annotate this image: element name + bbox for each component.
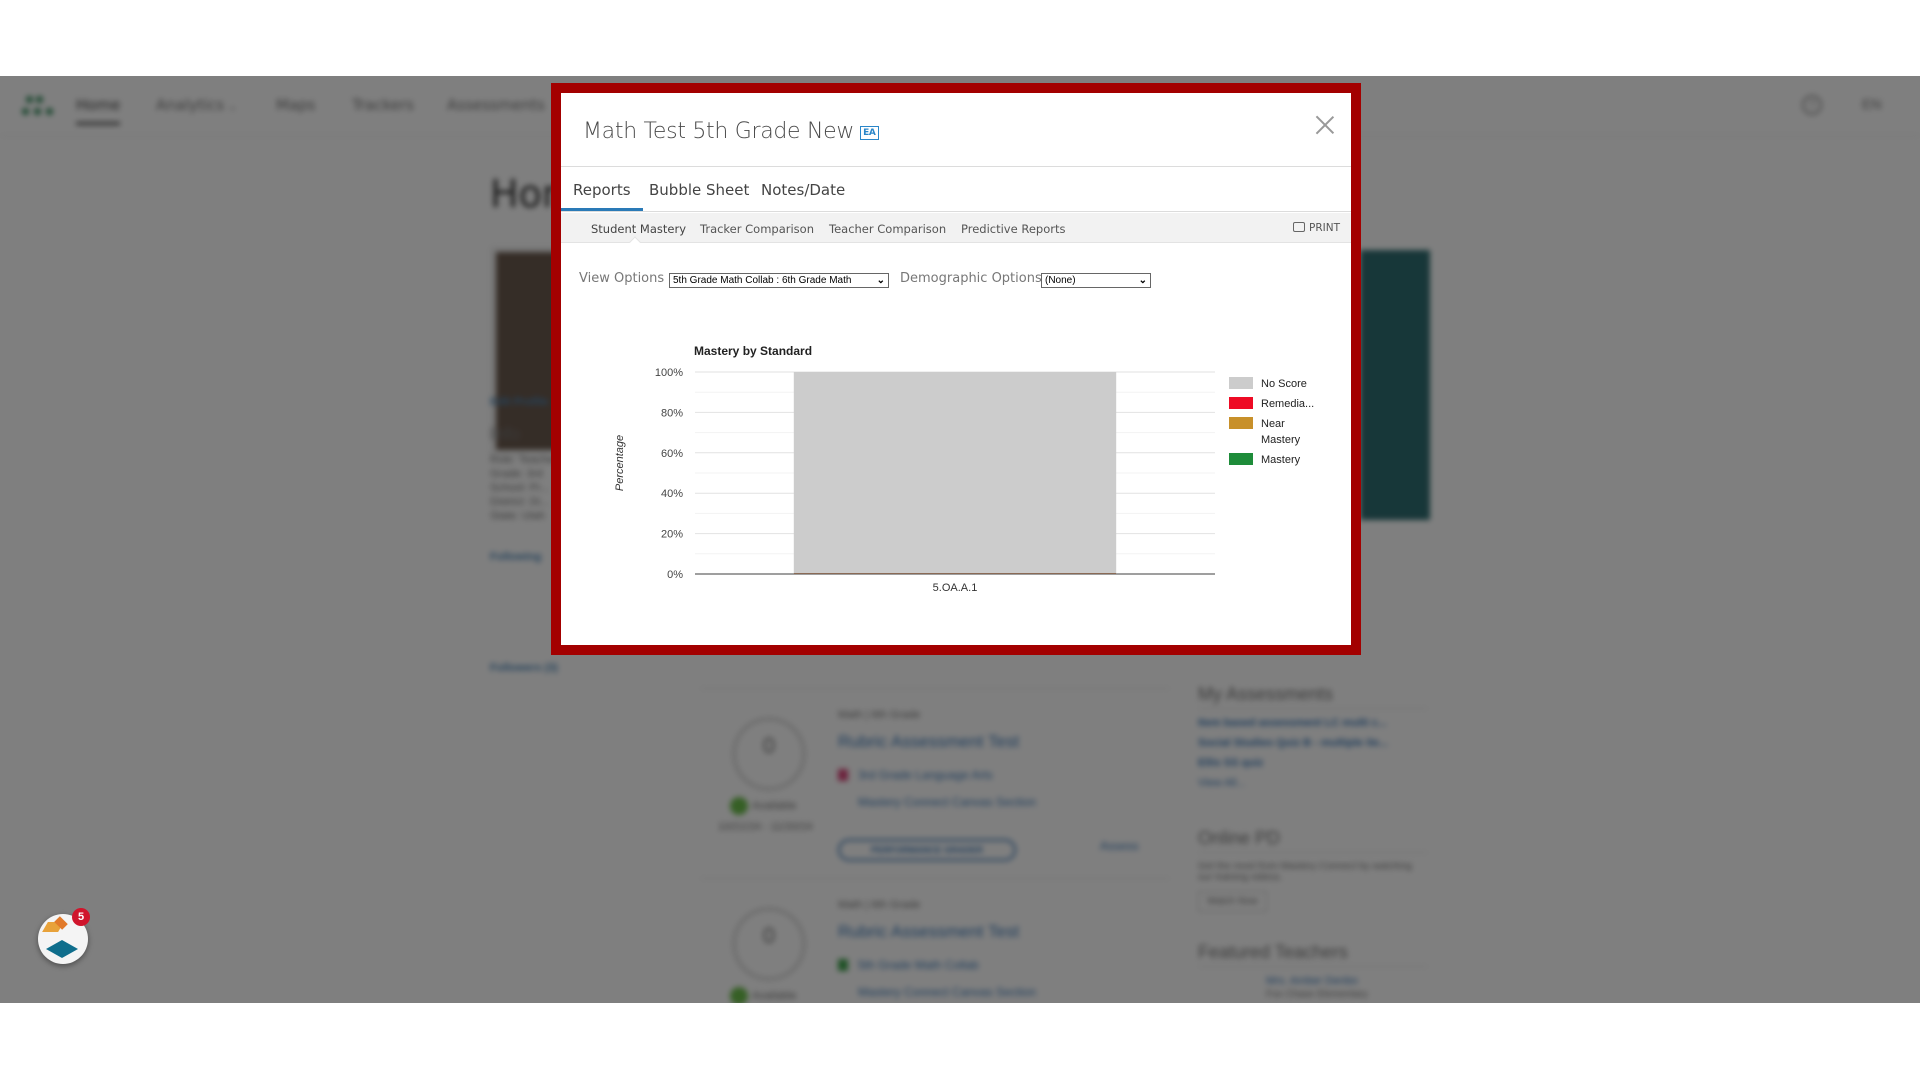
y-tick-label: 40% xyxy=(661,488,683,500)
x-tick-label: 5.OA.A.1 xyxy=(933,582,978,594)
legend-label: No Score xyxy=(1261,378,1307,390)
bottom-margin xyxy=(0,1003,1920,1080)
report-modal: Math Test 5th Grade New EA Reports Bubble… xyxy=(551,83,1361,655)
legend-label: Remedia... xyxy=(1261,398,1314,410)
chart-title: Mastery by Standard xyxy=(694,344,812,358)
bar-no-score xyxy=(793,372,1117,574)
legend-label: Mastery xyxy=(1261,454,1301,466)
legend-swatch xyxy=(1229,417,1253,429)
bars xyxy=(793,372,1117,574)
notification-badge: 5 xyxy=(72,908,90,926)
legend-label: Mastery xyxy=(1261,434,1301,446)
legend: No Score Remedia... Near Mastery Mastery xyxy=(1229,377,1314,466)
chat-launcher[interactable]: 5 xyxy=(38,908,90,964)
y-axis-label: Percentage xyxy=(614,435,626,491)
app-viewport: Home Analytics ⌄ Maps Trackers Assessmen… xyxy=(0,76,1920,1003)
mastery-chart: Mastery by Standard Percentage 0% 20% 40% 6… xyxy=(614,344,1314,594)
y-tick-label: 80% xyxy=(661,407,683,419)
legend-label: Near xyxy=(1261,418,1285,430)
legend-swatch xyxy=(1229,377,1253,389)
legend-swatch xyxy=(1229,453,1253,465)
y-tick-label: 0% xyxy=(667,569,683,581)
legend-swatch xyxy=(1229,397,1253,409)
y-axis-ticks: 0% 20% 40% 60% 80% 100% xyxy=(655,367,683,581)
x-axis-ticks: 5.OA.A.1 xyxy=(933,582,978,594)
y-tick-label: 60% xyxy=(661,448,683,460)
y-tick-label: 20% xyxy=(661,529,683,541)
logo-shape-icon xyxy=(46,940,78,958)
y-tick-label: 100% xyxy=(655,367,683,379)
